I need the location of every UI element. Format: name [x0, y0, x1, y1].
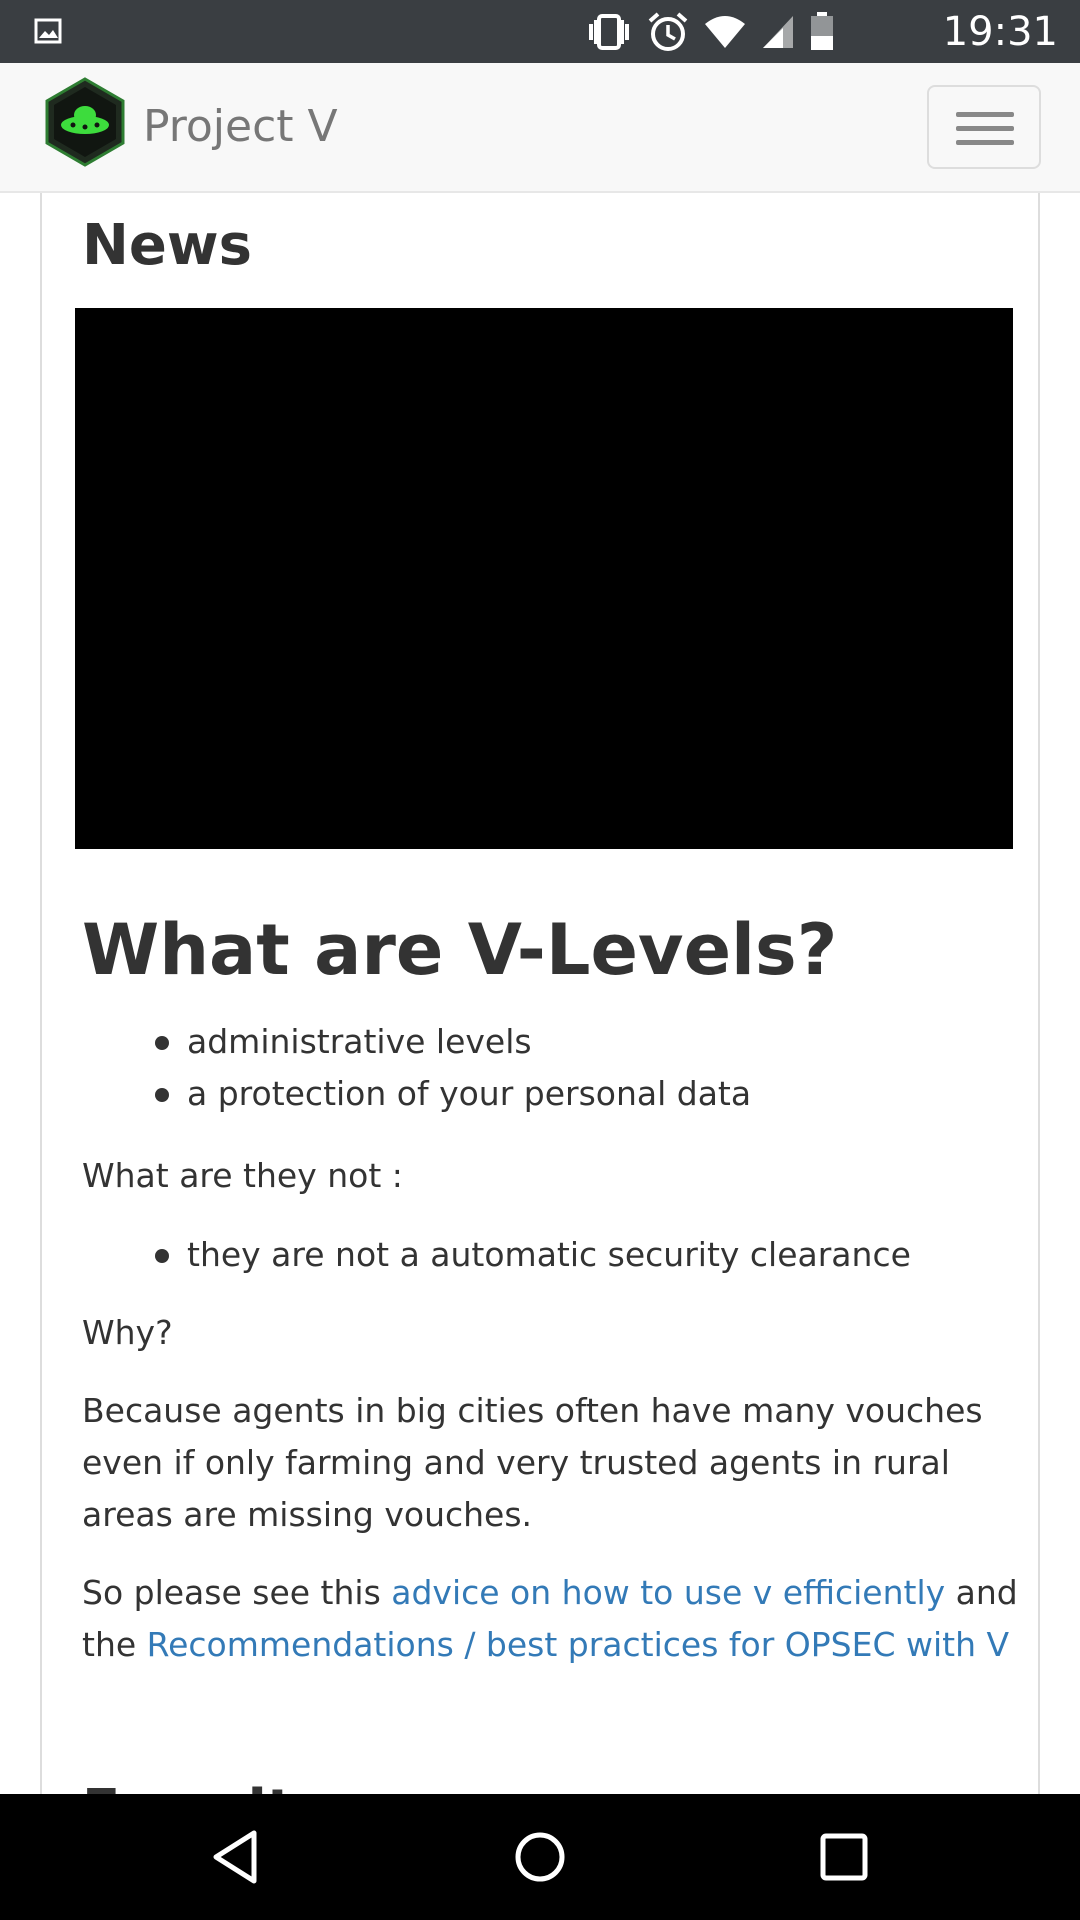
- list-item-text: administrative levels: [187, 1022, 532, 1061]
- hamburger-bar: [956, 126, 1014, 131]
- menu-toggle-button[interactable]: [927, 85, 1041, 169]
- status-bar: 19:31: [0, 0, 1080, 63]
- status-icons: [585, 12, 835, 52]
- back-icon[interactable]: [206, 1827, 266, 1887]
- top-navbar: Project V: [0, 63, 1080, 193]
- main-content: News What are V-Levels? administrative l…: [40, 193, 1040, 1794]
- bullet-dot: [155, 1088, 169, 1102]
- what-not-text: What are they not :: [82, 1156, 403, 1195]
- advice-prefix: So please see this: [82, 1573, 392, 1612]
- wifi-icon: [705, 16, 745, 48]
- list-item-text: they are not a automatic security cleara…: [187, 1235, 911, 1274]
- bullet-dot: [155, 1249, 169, 1263]
- project-v-logo-icon[interactable]: [44, 77, 126, 167]
- alarm-icon: [648, 12, 688, 51]
- clock: 19:31: [942, 9, 1058, 55]
- news-media-embed[interactable]: [75, 308, 1013, 849]
- hamburger-bar: [956, 140, 1014, 145]
- not-list: they are not a automatic security cleara…: [82, 1229, 911, 1281]
- because-paragraph: Because agents in big cities often have …: [82, 1391, 983, 1534]
- list-item: administrative levels: [82, 1016, 751, 1068]
- next-section-heading: Faq sites: [82, 1778, 365, 1794]
- news-heading: News: [82, 213, 252, 278]
- recents-icon[interactable]: [814, 1827, 874, 1887]
- list-item: a protection of your personal data: [82, 1068, 751, 1120]
- opsec-recommendations-link[interactable]: Recommendations / best practices for OPS…: [147, 1625, 1009, 1664]
- battery-icon: [811, 12, 833, 50]
- advice-paragraph: So please see this advice on how to use …: [82, 1567, 1032, 1671]
- bullet-dot: [155, 1036, 169, 1050]
- why-text: Why?: [82, 1313, 173, 1352]
- list-item: they are not a automatic security cleara…: [82, 1229, 911, 1281]
- brand-name[interactable]: Project V: [143, 101, 338, 153]
- vibrate-icon: [589, 14, 629, 50]
- advice-link[interactable]: advice on how to use v efficiently: [391, 1573, 945, 1612]
- system-navigation-bar: [0, 1794, 1080, 1920]
- home-icon[interactable]: [510, 1827, 570, 1887]
- list-item-text: a protection of your personal data: [187, 1074, 752, 1113]
- hamburger-menu-icon: [956, 112, 1014, 117]
- image-notification-icon: [34, 18, 62, 44]
- vlevels-heading: What are V-Levels?: [82, 909, 838, 991]
- vlevels-list: administrative levels a protection of yo…: [82, 1016, 751, 1120]
- cell-signal-icon: [763, 16, 793, 48]
